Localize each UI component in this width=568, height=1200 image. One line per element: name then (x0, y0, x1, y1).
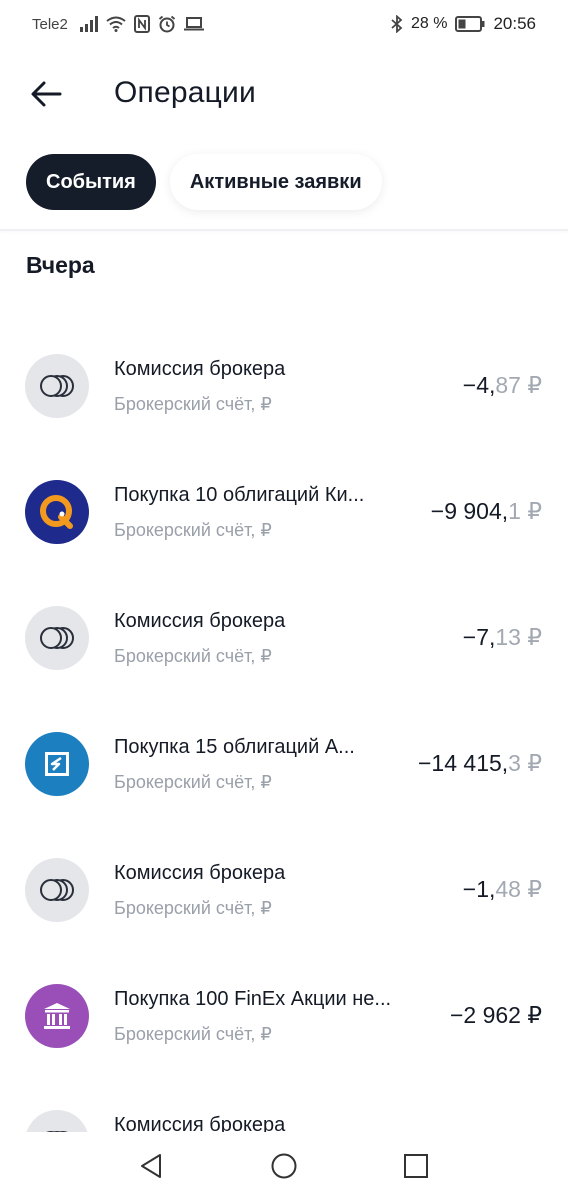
tab-events[interactable]: События (26, 154, 156, 210)
arrow-left-icon (31, 81, 62, 107)
operation-amount: −7,13 ₽ (463, 624, 542, 651)
coins-icon (25, 354, 89, 418)
finex-logo-icon (25, 984, 89, 1048)
operation-row[interactable]: Покупка 100 FinEx Акции не... Брокерский… (0, 950, 568, 1076)
operation-title: Покупка 10 облигаций Ки... (114, 484, 365, 506)
operation-row[interactable]: Комиссия брокера (0, 1076, 568, 1132)
nav-recent-button[interactable] (396, 1146, 436, 1186)
status-bar-right: 28 % 20:56 (391, 14, 536, 34)
qiwi-logo-icon (25, 480, 89, 544)
amount-decimal: 13 ₽ (495, 624, 542, 650)
alarm-icon (158, 15, 176, 33)
operation-title: Комиссия брокера (114, 862, 286, 884)
wifi-icon (106, 16, 126, 32)
amount-integer: −7, (462, 624, 496, 650)
signal-icon (79, 16, 98, 32)
bank-logo-icon (25, 732, 89, 796)
nav-home-button[interactable] (264, 1146, 304, 1186)
operation-amount: −9 904,1 ₽ (431, 498, 542, 525)
operation-row[interactable]: Комиссия брокера Брокерский счёт, ₽ −7,1… (0, 572, 568, 698)
tab-active-orders[interactable]: Активные заявки (169, 154, 382, 210)
coins-icon (25, 606, 89, 670)
amount-decimal: 1 ₽ (508, 498, 542, 524)
operation-row[interactable]: Покупка 10 облигаций Ки... Брокерский сч… (0, 446, 568, 572)
back-button[interactable] (26, 74, 66, 114)
operation-row[interactable]: Комиссия брокера Брокерский счёт, ₽ −1,4… (0, 824, 568, 950)
operation-account: Брокерский счёт, ₽ (114, 772, 272, 792)
filter-tabs: События Активные заявки (26, 154, 382, 210)
operation-account: Брокерский счёт, ₽ (114, 646, 272, 666)
clock: 20:56 (493, 14, 536, 33)
app-header: Операции (0, 56, 568, 132)
header-divider (0, 229, 568, 231)
nav-home-icon (271, 1153, 297, 1179)
coins-icon (25, 858, 89, 922)
operation-row[interactable]: Покупка 15 облигаций А... Брокерский счё… (0, 698, 568, 824)
nav-recent-icon (404, 1154, 428, 1178)
operation-amount: −4,87 ₽ (463, 372, 542, 399)
carrier-name: Tele2 (32, 15, 68, 33)
amount-integer: −14 415, (418, 750, 509, 776)
amount-decimal: 87 ₽ (495, 372, 542, 398)
amount-integer: −1, (462, 876, 496, 902)
operation-title: Комиссия брокера (114, 358, 286, 380)
operation-account: Брокерский счёт, ₽ (114, 898, 272, 918)
bluetooth-icon (391, 15, 403, 33)
operation-title: Комиссия брокера (114, 1114, 286, 1132)
coins-icon (25, 1110, 89, 1132)
amount-integer: −2 962 ₽ (449, 1002, 542, 1028)
operation-amount: −14 415,3 ₽ (418, 750, 542, 777)
amount-integer: −9 904, (430, 498, 509, 524)
date-section-title: Вчера (26, 252, 95, 278)
laptop-icon (183, 16, 204, 32)
battery-icon (455, 16, 485, 32)
amount-decimal: 3 ₽ (508, 750, 542, 776)
nav-back-icon (141, 1154, 161, 1178)
operation-account: Брокерский счёт, ₽ (114, 394, 272, 414)
operation-account: Брокерский счёт, ₽ (114, 1024, 272, 1044)
status-bar: Tele2 28 % 20:56 (0, 0, 568, 48)
operation-row[interactable]: Комиссия брокера Брокерский счёт, ₽ −4,8… (0, 320, 568, 446)
amount-decimal: 48 ₽ (495, 876, 542, 902)
operation-account: Брокерский счёт, ₽ (114, 520, 272, 540)
operation-title: Покупка 15 облигаций А... (114, 736, 355, 758)
operations-list[interactable]: Комиссия брокера Брокерский счёт, ₽ −4,8… (0, 320, 568, 1132)
nav-back-button[interactable] (132, 1146, 172, 1186)
status-bar-left: Tele2 (32, 15, 204, 33)
amount-integer: −4, (462, 372, 496, 398)
operation-title: Покупка 100 FinEx Акции не... (114, 988, 392, 1010)
operation-title: Комиссия брокера (114, 610, 286, 632)
page-title: Операции (114, 76, 256, 109)
nfc-icon (133, 15, 150, 33)
battery-percent: 28 % (410, 15, 448, 32)
system-navigation-bar (0, 1132, 568, 1200)
operation-amount: −1,48 ₽ (463, 876, 542, 903)
operation-amount: −2 962 ₽ (450, 1002, 542, 1029)
